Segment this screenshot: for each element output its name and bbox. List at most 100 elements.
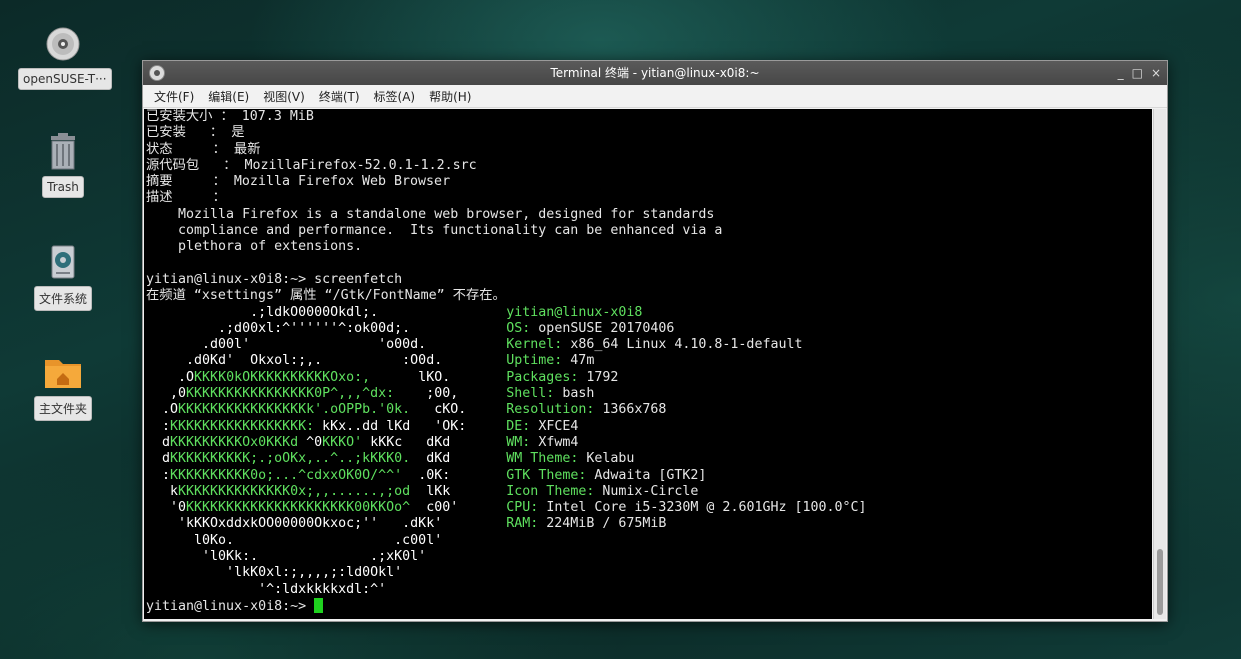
ascii-logo-line: l0Ko. .c00l' <box>146 533 442 548</box>
spec-value: 47m <box>562 353 595 369</box>
terminal-app-icon[interactable] <box>149 65 165 81</box>
home-folder-icon <box>43 352 83 392</box>
terminal-line: l0Ko. .c00l' <box>146 533 1152 549</box>
info-text: 已安装大小 ： 107.3 MiB <box>146 109 314 124</box>
terminal-line: 'lkK0xl:;,,,,;:ld0Okl' <box>146 565 1152 581</box>
ascii-logo-segment: l0Ko. .c00l' <box>146 532 443 548</box>
ascii-logo-segment: KKKKKKKKKKKKKKKK0P^,,,^dx: <box>186 386 395 402</box>
terminal-line: Mozilla Firefox is a standalone web brow… <box>146 207 1152 223</box>
window-title: Terminal 终端 - yitian@linux-x0i8:~ <box>550 66 760 80</box>
ascii-logo-segment: .O <box>146 369 195 385</box>
ascii-logo-line: .;ldkO0000Okdl;. <box>146 305 378 320</box>
ascii-logo-segment: .d0Kd' Okxol:;,. :O0d. <box>146 353 443 369</box>
ascii-logo-line: .d00l' 'o00d. <box>146 337 426 352</box>
info-text: 源代码包 ： MozillaFirefox-52.0.1-1.2.src <box>146 157 477 173</box>
info-text: plethora of extensions. <box>146 239 363 255</box>
menu-terminal[interactable]: 终端(T) <box>312 88 367 105</box>
terminal-output[interactable]: 已安装大小 ： 107.3 MiB 已安装 ： 是状态 ： 最新 源代码包 ： Mo… <box>144 109 1152 619</box>
ascii-logo-segment: 'lkK0xl:;,,,,;:ld0Okl' <box>146 565 403 581</box>
spec-key: OS: <box>506 320 531 336</box>
terminal-line: '^:ldxkkkkxdl:^' <box>146 582 1152 598</box>
terminal-cursor <box>314 597 324 613</box>
terminal-line: 摘要 ： Mozilla Firefox Web Browser <box>146 174 1152 190</box>
spec-value: bash <box>554 386 595 402</box>
ascii-logo-segment: KKKO' <box>322 434 363 450</box>
desktop-icon-home[interactable]: 主文件夹 <box>18 352 108 421</box>
ascii-logo-line: '0KKKKKKKKKKKKKKKKKKKKK00KKOo^ c00' <box>146 500 458 515</box>
minimize-button[interactable]: _ <box>1118 61 1124 85</box>
desktop-icon-trash[interactable]: Trash <box>18 132 108 198</box>
menu-edit[interactable]: 编辑(E) <box>201 88 256 105</box>
drive-icon <box>43 242 83 282</box>
ascii-logo-segment: 'l0Kk:. .;xK0l' <box>146 549 427 565</box>
terminal-line: yitian@linux-x0i8:~> screenfetch <box>146 272 1152 288</box>
spec-key: Uptime: <box>506 353 563 369</box>
info-text: 描述 ： <box>146 190 226 206</box>
terminal-line: dKKKKKKKKKOx0KKKd ^0KKKO' kKKc dKd WM: X… <box>146 435 1152 451</box>
spec-value: Numix-Circle <box>594 483 699 499</box>
terminal-line: 已安装 ： 是 <box>146 125 1152 141</box>
ascii-logo-line: kKKKKKKKKKKKKKK0x;,,......,;od lKk <box>146 484 450 499</box>
ascii-logo-line: '^:ldxkkkkxdl:^' <box>146 582 386 597</box>
terminal-line: .OKKKK0kOKKKKKKKKKKOxo:, lKO. Packages: … <box>146 370 1152 386</box>
terminal-window[interactable]: Terminal 终端 - yitian@linux-x0i8:~ _ □ × … <box>142 60 1168 622</box>
spec-key: Resolution: <box>506 402 595 418</box>
info-text: compliance and performance. Its function… <box>146 223 723 239</box>
info-text: 已安装 ： 是 <box>146 125 245 141</box>
ascii-logo-line: .d0Kd' Okxol:;,. :O0d. <box>146 353 442 368</box>
close-button[interactable]: × <box>1151 61 1161 85</box>
terminal-line: kKKKKKKKKKKKKKK0x;,,......,;od lKk Icon … <box>146 484 1152 500</box>
spec-value: 1792 <box>578 369 619 385</box>
ascii-logo-line: 'l0Kk:. .;xK0l' <box>146 549 426 564</box>
warning-text: 在频道 “xsettings” 属性 “/Gtk/FontName” 不存在。 <box>146 288 506 304</box>
terminal-line: 在频道 “xsettings” 属性 “/Gtk/FontName” 不存在。 <box>146 288 1152 304</box>
spec-value: 1366x768 <box>594 402 667 418</box>
ascii-logo-line: .OKKKKKKKKKKKKKKKKk'.oOPPb.'0k. cKO. <box>146 402 466 417</box>
menu-view[interactable]: 视图(V) <box>256 88 312 105</box>
ascii-logo-segment: .;ldkO0000Okdl;. <box>146 304 379 320</box>
terminal-line: dKKKKKKKKKK;.;oOKx,..^..;kKKK0. dKd WM T… <box>146 451 1152 467</box>
maximize-button[interactable]: □ <box>1132 61 1143 85</box>
ascii-logo-line: :KKKKKKKKKKKKKKKKK: kKx..dd lKd 'OK: <box>146 419 466 434</box>
desktop-icon-filesystem[interactable]: 文件系统 <box>18 242 108 311</box>
ascii-logo-segment: : <box>146 467 171 483</box>
window-titlebar[interactable]: Terminal 终端 - yitian@linux-x0i8:~ _ □ × <box>143 61 1167 85</box>
ascii-logo-segment: KKKKKKKKKK;.;oOKx,..^..;kKKK0. <box>170 451 411 467</box>
spec-value: 224MiB / 675MiB <box>538 516 667 532</box>
menu-help[interactable]: 帮助(H) <box>422 88 478 105</box>
disc-icon <box>43 24 83 64</box>
desktop-icon-label: Trash <box>42 176 84 198</box>
ascii-logo-segment: KKKKKKKKKK0o;...^cdxxOK0O/^^' <box>170 467 403 483</box>
ascii-logo-segment: KKKKKKKKKOx0KKKd <box>170 434 299 450</box>
terminal-scrollbar[interactable] <box>1153 109 1166 619</box>
spec-value: Adwaita [GTK2] <box>586 467 707 483</box>
terminal-line: ,0KKKKKKKKKKKKKKKK0P^,,,^dx: ;00, Shell:… <box>146 386 1152 402</box>
ascii-logo-segment: KKKKKKKKKKKKKKKKk'.oOPPb.'0k. <box>178 402 411 418</box>
ascii-logo-segment: ^0 <box>298 434 323 450</box>
terminal-line: .d0Kd' Okxol:;,. :O0d. Uptime: 47m <box>146 353 1152 369</box>
scrollbar-thumb[interactable] <box>1157 549 1163 615</box>
menu-tabs[interactable]: 标签(A) <box>367 88 423 105</box>
spec-key: Icon Theme: <box>506 483 595 499</box>
spec-key: Kernel: <box>506 337 563 353</box>
spec-key: WM Theme: <box>506 451 579 467</box>
ascii-logo-segment: '^:ldxkkkkxdl:^' <box>146 581 387 597</box>
desktop-icon-opensuse[interactable]: openSUSE-T··· <box>18 24 112 90</box>
terminal-line: 状态 ： 最新 <box>146 142 1152 158</box>
terminal-line: .;d00xl:^''''''^:ok00d;. OS: openSUSE 20… <box>146 321 1152 337</box>
terminal-line: 已安装大小 ： 107.3 MiB <box>146 109 1152 125</box>
menu-file[interactable]: 文件(F) <box>147 88 201 105</box>
terminal-line: 'kKKOxddxkOO00000Okxoc;'' .dKk' RAM: 224… <box>146 516 1152 532</box>
spec-key: Shell: <box>506 386 555 402</box>
